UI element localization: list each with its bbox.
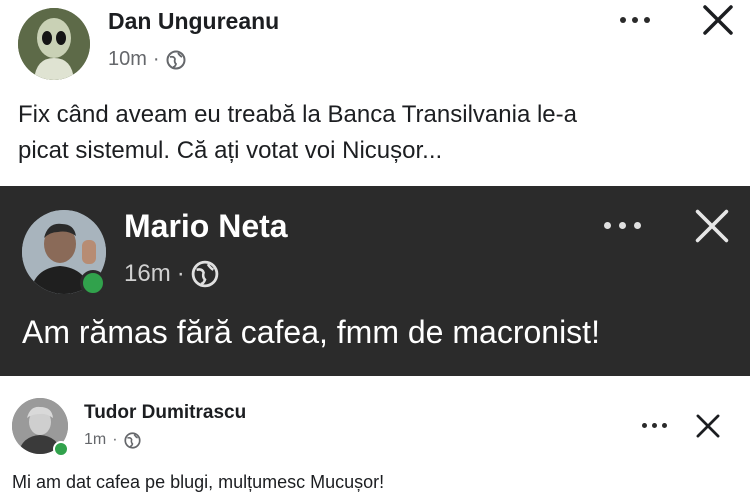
author-name[interactable]: Dan Ungureanu [108, 8, 279, 35]
close-icon[interactable] [692, 206, 732, 246]
post-mario-neta: Mario Neta 16m · Am rămas fără cafea, fm… [0, 186, 750, 376]
post-time[interactable]: 16m [124, 260, 171, 288]
author-name[interactable]: Mario Neta [124, 208, 288, 245]
separator-dot: · [152, 48, 160, 70]
post-time[interactable]: 10m [108, 48, 147, 71]
post-meta: 1m · [84, 431, 141, 449]
post-text: Mi am dat cafea pe blugi, mulțumesc Mucu… [12, 472, 385, 492]
online-status-icon [80, 270, 106, 296]
post-meta: 16m · [124, 260, 219, 288]
post-tudor-dumitrascu: Tudor Dumitrascu 1m · Mi am dat cafea pe… [0, 376, 750, 502]
separator-dot: · [176, 260, 185, 287]
globe-icon [191, 260, 218, 288]
post-meta: 10m · [108, 48, 186, 71]
post-text: Fix când aveam eu treabă la Banca Transi… [18, 101, 577, 164]
post-text: Am rămas fără cafea, fmm de macronist! [22, 314, 600, 350]
more-options-button[interactable] [642, 423, 667, 428]
close-icon[interactable] [694, 412, 722, 440]
alien-avatar-image [18, 8, 90, 80]
globe-icon [123, 431, 141, 449]
post-dan-ungureanu: Dan Ungureanu 10m · Fix când aveam eu tr… [0, 0, 750, 186]
close-icon[interactable] [700, 2, 736, 38]
author-name[interactable]: Tudor Dumitrascu [84, 402, 246, 424]
post-time[interactable]: 1m [84, 431, 106, 449]
globe-icon [166, 50, 186, 69]
more-options-button[interactable] [604, 222, 641, 229]
separator-dot: · [112, 431, 118, 448]
online-status-icon [53, 441, 69, 457]
avatar[interactable] [18, 8, 90, 80]
more-options-button[interactable] [620, 17, 650, 23]
